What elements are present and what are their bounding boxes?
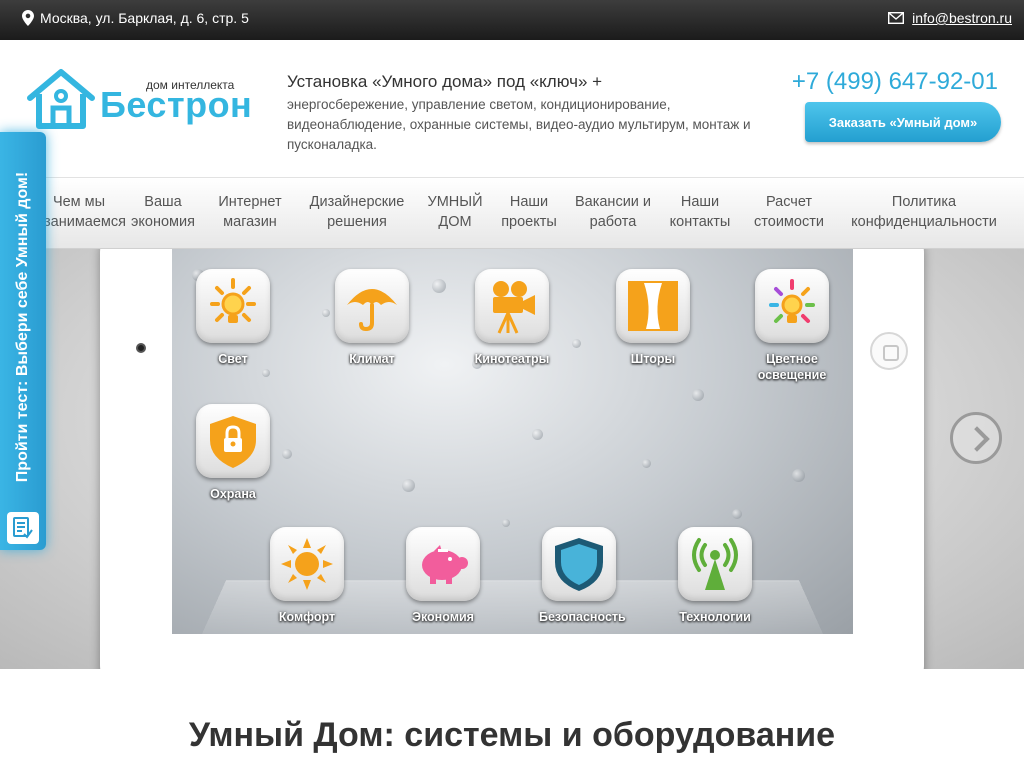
page-title: Умный Дом: системы и оборудование [188, 716, 836, 754]
quiz-tab-label: Пройти тест: Выбери себе Умный дом! [14, 171, 31, 483]
curtains-icon [616, 269, 690, 343]
umbrella-icon [335, 269, 409, 343]
header-tagline: Установка «Умного дома» под «ключ» + эне… [287, 72, 767, 155]
dock-technology[interactable]: Технологии [675, 527, 755, 625]
app-label: Шторы [630, 352, 676, 366]
water-drop [432, 279, 446, 293]
address: Москва, ул. Барклая, д. 6, стр. 5 [22, 10, 249, 26]
app-label: Охрана [210, 487, 256, 501]
email[interactable]: info@bestron.ru [888, 10, 1012, 26]
email-link[interactable]: info@bestron.ru [912, 10, 1012, 26]
tablet-frame: Свет Климат Кинотеатры Шторы Цветное осв… [100, 249, 924, 669]
movie-camera-icon [475, 269, 549, 343]
lock-shield-icon [196, 404, 270, 478]
home-button [870, 332, 908, 370]
antenna-icon [678, 527, 752, 601]
water-drop [692, 389, 704, 401]
water-drop [732, 509, 742, 519]
quiz-side-tab[interactable]: Пройти тест: Выбери себе Умный дом! [0, 132, 46, 550]
app-label: Комфорт [278, 610, 336, 624]
app-curtains[interactable]: Шторы [613, 269, 693, 367]
slider-next-button[interactable] [950, 412, 1002, 464]
app-label: Безопасность [539, 610, 626, 624]
nav-item-services[interactable]: Чем мы занимаемся [44, 192, 126, 232]
water-drop [262, 369, 270, 377]
tablet-screen: Свет Климат Кинотеатры Шторы Цветное осв… [172, 249, 853, 634]
app-label: Кинотеатры [474, 352, 550, 366]
app-color-light[interactable]: Цветное освещение [752, 269, 832, 383]
app-label: Свет [218, 352, 248, 366]
water-drop [502, 519, 510, 527]
house-logo-icon [27, 69, 95, 129]
water-drop [322, 309, 330, 317]
header-subtitle: энергосбережение, управление светом, кон… [287, 97, 751, 152]
nav-item-design[interactable]: Дизайнерские решения [302, 192, 412, 232]
app-cinemas[interactable]: Кинотеатры [472, 269, 552, 367]
dock-safety[interactable]: Безопасность [539, 527, 626, 625]
header-title: Установка «Умного дома» под «ключ» + [287, 72, 603, 91]
dock-comfort[interactable]: Комфорт [267, 527, 347, 625]
address-text: Москва, ул. Барклая, д. 6, стр. 5 [40, 10, 249, 26]
app-label: Экономия [412, 610, 474, 624]
water-drop [642, 459, 651, 468]
water-drop [572, 339, 581, 348]
main-nav: Чем мы занимаемся Ваша экономия Интернет… [0, 177, 1024, 249]
app-label: Цветное освещение [757, 352, 827, 382]
color-bulb-icon [755, 269, 829, 343]
hero-slider: Свет Климат Кинотеатры Шторы Цветное осв… [0, 249, 1024, 669]
order-smart-home-button[interactable]: Заказать «Умный дом» [805, 102, 1001, 142]
nav-item-privacy[interactable]: Политика конфиденциальности [848, 192, 1000, 232]
app-light[interactable]: Свет [193, 269, 273, 367]
water-drop [532, 429, 543, 440]
nav-item-pricing[interactable]: Расчет стоимости [746, 192, 832, 232]
checklist-icon [7, 512, 39, 544]
water-drop [792, 469, 805, 482]
phone-number[interactable]: +7 (499) 647-92-01 [792, 68, 998, 96]
shield-icon [542, 527, 616, 601]
water-drop [282, 449, 292, 459]
nav-item-projects[interactable]: Наши проекты [494, 192, 564, 232]
nav-item-vacancies[interactable]: Вакансии и работа [568, 192, 658, 232]
light-bulb-icon [196, 269, 270, 343]
app-label: Технологии [679, 610, 751, 624]
camera-dot [136, 343, 146, 353]
app-security[interactable]: Охрана [193, 404, 273, 502]
envelope-icon [888, 12, 905, 24]
location-pin-icon [22, 10, 34, 26]
sun-icon [270, 527, 344, 601]
dock-savings[interactable]: Экономия [403, 527, 483, 625]
app-climate[interactable]: Климат [332, 269, 412, 367]
logo[interactable]: дом интеллекта Бестрон [26, 68, 252, 133]
nav-item-savings[interactable]: Ваша экономия [128, 192, 198, 232]
nav-item-shop[interactable]: Интернет магазин [212, 192, 288, 232]
app-label: Климат [349, 352, 395, 366]
logo-name: Бестрон [100, 84, 253, 125]
top-bar: Москва, ул. Барклая, д. 6, стр. 5 info@b… [0, 0, 1024, 40]
water-drop [402, 479, 415, 492]
header: дом интеллекта Бестрон Установка «Умного… [0, 40, 1024, 177]
nav-item-smart-home[interactable]: УМНЫЙ ДОМ [420, 192, 490, 232]
piggy-bank-icon [406, 527, 480, 601]
nav-item-contacts[interactable]: Наши контакты [665, 192, 735, 232]
